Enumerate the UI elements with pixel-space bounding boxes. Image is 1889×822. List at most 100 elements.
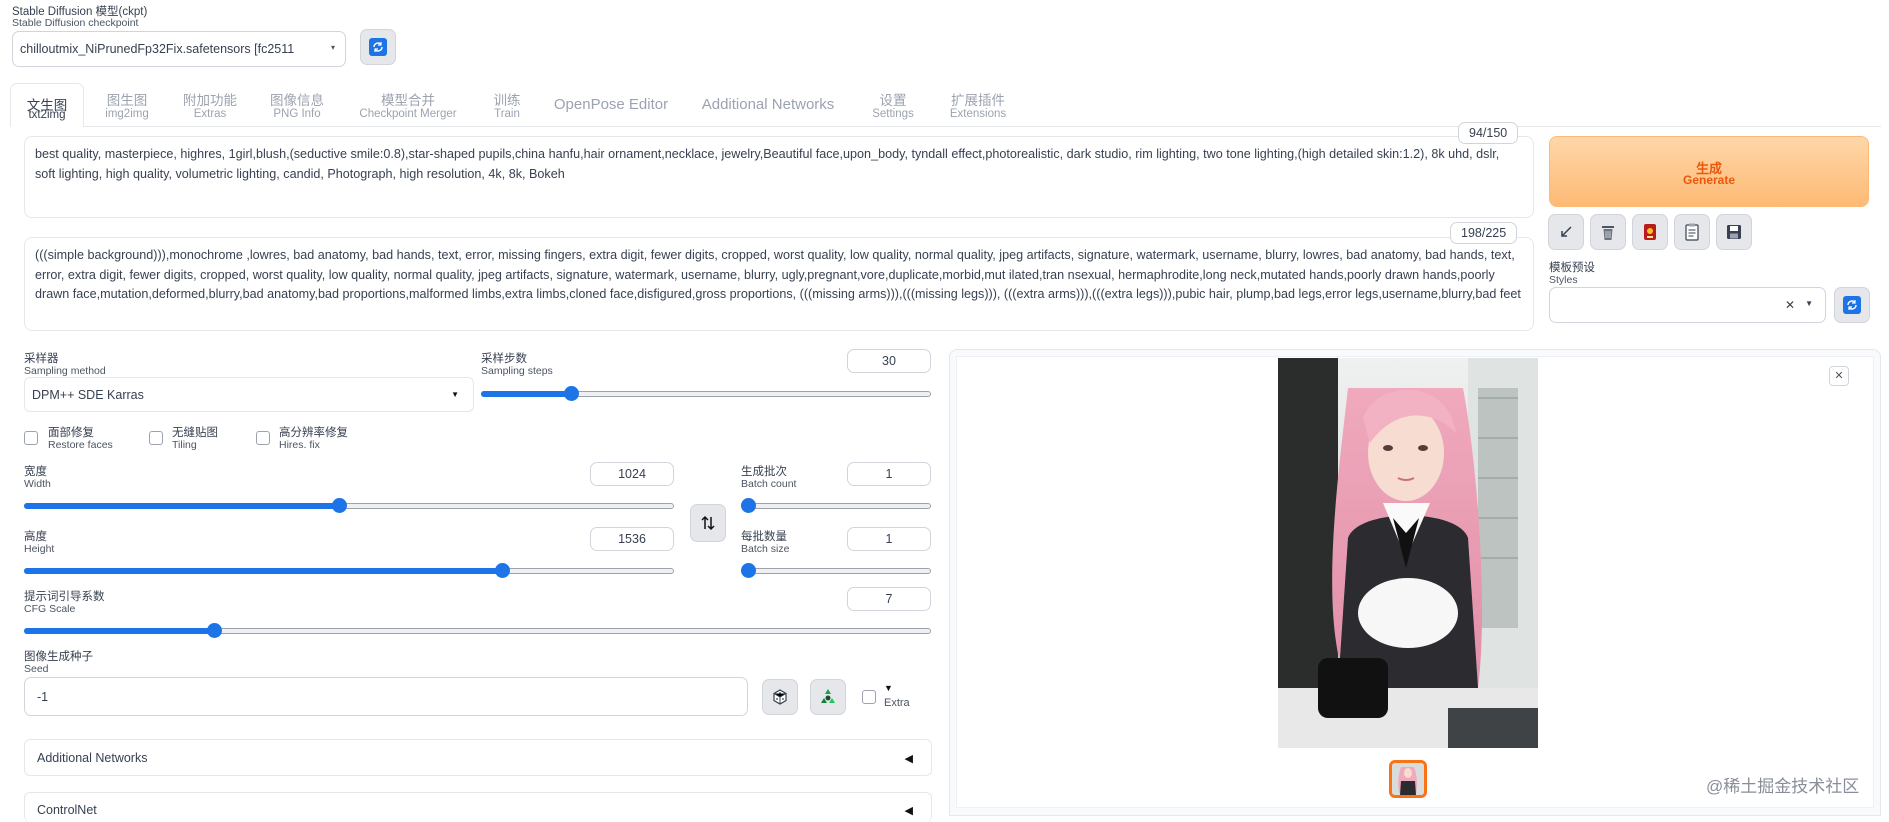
sampler-value: DPM++ SDE Karras [32, 388, 144, 402]
show-extra-networks-button[interactable] [1632, 214, 1668, 250]
sampler-label-cn: 采样器 [24, 353, 59, 365]
steps-input[interactable]: 30 [847, 349, 931, 373]
seed-input[interactable]: -1 [24, 677, 748, 716]
accordion-title: ControlNet [37, 803, 97, 817]
batch-count-slider[interactable] [741, 498, 931, 513]
negative-prompt-token-counter: 198/225 [1450, 222, 1518, 244]
tab-settings-cn: 设置 [879, 93, 907, 108]
negative-prompt-textarea[interactable]: (((simple background))),monochrome ,lowr… [24, 237, 1534, 331]
styles-label-cn: 模板预设 [1549, 262, 1595, 274]
checkpoint-refresh-button[interactable] [360, 29, 396, 65]
swap-dimensions-button[interactable] [690, 504, 726, 542]
generated-image[interactable] [1278, 358, 1538, 748]
batch-count-input[interactable]: 1 [847, 462, 931, 486]
restore-faces-cn: 面部修复 [48, 427, 94, 439]
tab-checkpoint-merger[interactable]: 模型合并 Checkpoint Merger [353, 94, 463, 121]
seed-label-en: Seed [24, 663, 49, 675]
width-slider[interactable] [24, 498, 674, 513]
tiling-checkbox[interactable] [149, 431, 163, 445]
batch-size-label-cn: 每批数量 [741, 531, 787, 543]
slider-thumb[interactable] [741, 498, 756, 513]
trash-icon [1602, 226, 1614, 240]
cfg-label-en: CFG Scale [24, 603, 76, 615]
styles-refresh-button[interactable] [1834, 287, 1870, 323]
tab-extensions-en: Extensions [949, 108, 1007, 120]
tiling-en: Tiling [172, 439, 197, 451]
gallery-thumbnail[interactable] [1389, 760, 1427, 798]
tab-train-en: Train [494, 108, 520, 120]
tab-checkpoint-merger-en: Checkpoint Merger [359, 108, 457, 120]
prompt-textarea[interactable]: best quality, masterpiece, highres, 1gir… [24, 136, 1534, 218]
styles-select[interactable]: ✕ ▼ [1549, 287, 1826, 323]
tab-additional-networks[interactable]: Additional Networks [694, 96, 842, 114]
collapse-arrow-icon: ◀ [904, 753, 913, 765]
batch-size-slider[interactable] [741, 563, 931, 578]
hires-fix-en: Hires. fix [279, 439, 320, 451]
collapse-arrow-icon: ◀ [904, 805, 913, 817]
tab-train[interactable]: 训练 Train [484, 94, 530, 121]
batch-size-input[interactable]: 1 [847, 527, 931, 551]
styles-clear-icon[interactable]: ✕ [1785, 298, 1795, 312]
random-seed-button[interactable] [762, 679, 798, 715]
slider-thumb[interactable] [207, 623, 223, 638]
red-card-icon [1644, 224, 1656, 240]
seed-extra-label[interactable]: Extra [884, 697, 910, 709]
clear-prompt-button[interactable] [1590, 214, 1626, 250]
tiling-cn: 无缝贴图 [172, 427, 218, 439]
steps-slider[interactable] [481, 386, 931, 401]
width-input[interactable]: 1024 [590, 462, 674, 486]
height-label-en: Height [24, 543, 55, 555]
tab-settings[interactable]: 设置 Settings [864, 94, 922, 121]
tab-extensions[interactable]: 扩展插件 Extensions [944, 94, 1012, 121]
tab-additional-networks-label: Additional Networks [701, 96, 835, 113]
cfg-input[interactable]: 7 [847, 587, 931, 611]
chevron-down-icon: ▼ [1805, 299, 1813, 308]
tab-checkpoint-merger-cn: 模型合并 [381, 93, 435, 108]
hires-fix-cn: 高分辨率修复 [279, 427, 348, 439]
height-slider[interactable] [24, 563, 674, 578]
restore-faces-label: 面部修复 Restore faces [48, 427, 113, 451]
slider-thumb[interactable] [564, 386, 579, 401]
batch-count-label-en: Batch count [741, 478, 797, 490]
refresh-icon [369, 38, 387, 56]
tab-extras-en: Extras [193, 108, 227, 120]
apply-style-button[interactable] [1674, 214, 1710, 250]
height-input[interactable]: 1536 [590, 527, 674, 551]
hires-fix-checkbox[interactable] [256, 431, 270, 445]
extra-toggle-arrow[interactable]: ▼ [884, 683, 893, 693]
accordion-additional-networks[interactable]: Additional Networks ◀ [24, 739, 932, 776]
checkpoint-select[interactable]: chilloutmix_NiPrunedFp32Fix.safetensors … [12, 31, 346, 67]
seed-extra-checkbox[interactable] [862, 690, 876, 704]
refresh-icon [1843, 296, 1861, 314]
read-params-button[interactable] [1548, 214, 1584, 250]
tab-img2img-cn: 图生图 [106, 93, 148, 108]
slider-thumb[interactable] [332, 498, 348, 513]
cfg-slider[interactable] [24, 623, 931, 638]
tab-train-cn: 训练 [493, 93, 521, 108]
checkpoint-label-en: Stable Diffusion checkpoint [12, 17, 139, 29]
tab-extras[interactable]: 附加功能 Extras [178, 94, 242, 121]
tab-png-info[interactable]: 图像信息 PNG Info [263, 94, 331, 121]
tab-txt2img-en: txt2img [28, 109, 66, 121]
width-label-cn: 宽度 [24, 466, 47, 478]
tab-extensions-cn: 扩展插件 [951, 93, 1005, 108]
restore-faces-checkbox[interactable] [24, 431, 38, 445]
generate-button[interactable]: 生成 Generate [1549, 136, 1869, 207]
generate-label-en: Generate [1682, 173, 1736, 187]
height-label-cn: 高度 [24, 531, 47, 543]
generated-portrait [1278, 358, 1538, 748]
sampler-select[interactable]: DPM++ SDE Karras ▼ [24, 377, 474, 412]
width-label-en: Width [24, 478, 51, 490]
accordion-controlnet[interactable]: ControlNet ◀ [24, 792, 932, 822]
tab-img2img[interactable]: 图生图 img2img [100, 94, 154, 121]
tab-openpose-editor[interactable]: OpenPose Editor [548, 96, 674, 114]
slider-thumb[interactable] [494, 563, 510, 578]
save-style-button[interactable] [1716, 214, 1752, 250]
slider-thumb[interactable] [741, 563, 756, 578]
seed-value: -1 [37, 690, 49, 704]
tab-txt2img[interactable]: 文生图 txt2img [10, 83, 84, 127]
tab-divider [84, 126, 1881, 127]
gallery-close-button[interactable]: ✕ [1829, 366, 1849, 386]
tab-png-info-en: PNG Info [273, 108, 321, 120]
reuse-seed-button[interactable] [810, 679, 846, 715]
